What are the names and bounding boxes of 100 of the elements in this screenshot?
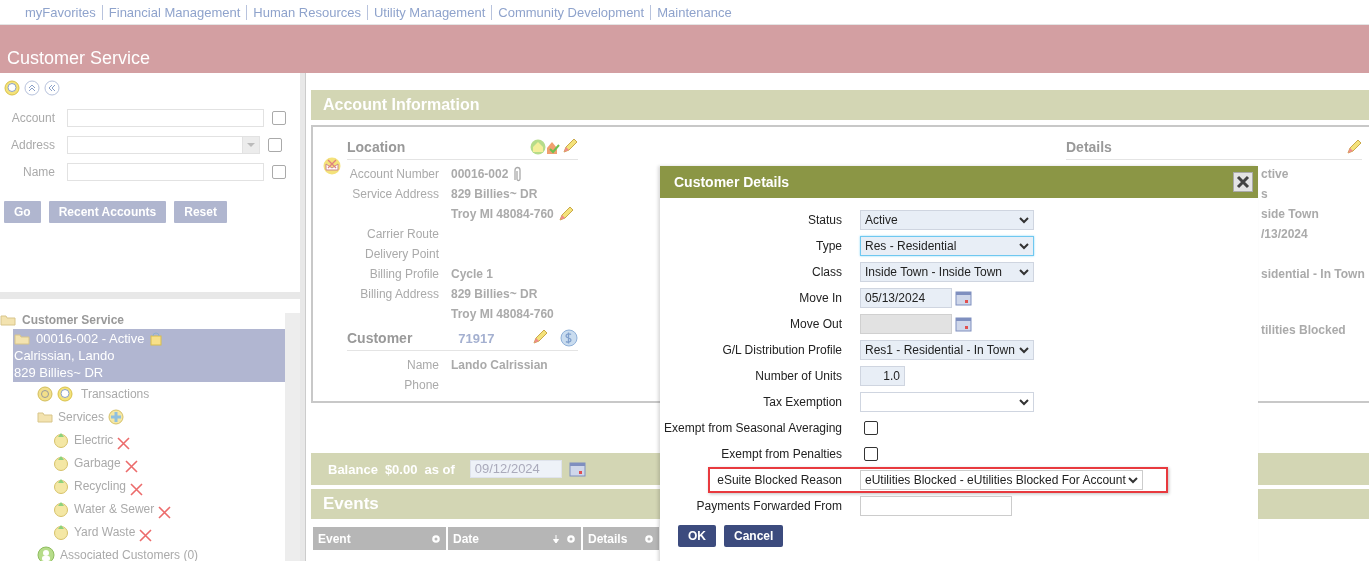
field-label: Status [806, 213, 843, 227]
date-field[interactable]: 09/12/2024 [469, 460, 562, 478]
search-button[interactable]: Reset [174, 201, 227, 223]
folder-icon [0, 314, 16, 326]
search-button[interactable]: Recent Accounts [48, 201, 167, 223]
pencil-icon[interactable] [557, 206, 574, 222]
column-header[interactable]: Date [448, 527, 581, 550]
field-label: Class [811, 265, 843, 279]
input-field[interactable]: 1.0 [860, 366, 905, 386]
field-label: G/L Distribution Profile [721, 343, 843, 357]
nav-link[interactable]: Human Resources [246, 4, 367, 20]
tree-item[interactable]: Recycling [74, 478, 127, 493]
paperclip-icon[interactable] [512, 166, 523, 182]
input-field[interactable] [860, 496, 1012, 516]
tree-item[interactable]: Associated Customers (0) [60, 547, 199, 561]
checkbox[interactable] [272, 164, 286, 179]
pencil-icon[interactable] [562, 138, 578, 154]
dropdown[interactable]: eUtilities Blocked - eUtilities Blocked For Account [860, 470, 1143, 490]
envelope-icon[interactable] [323, 157, 341, 175]
gear-icon[interactable] [644, 533, 654, 544]
search-field[interactable] [67, 108, 264, 127]
dropdown[interactable]: Res - Residential [860, 236, 1034, 256]
column-header[interactable]: Event [313, 527, 446, 550]
field-label: Phone [403, 377, 440, 394]
field-value: Cycle 1 [451, 266, 494, 283]
section-header: Account Information [311, 90, 1369, 120]
column-header[interactable]: Details [583, 527, 659, 550]
calendar-icon[interactable] [955, 316, 972, 332]
refresh-dollar-icon[interactable] [560, 329, 578, 347]
dropdown[interactable]: Res1 - Residential - In Town [860, 340, 1034, 360]
coin-icon [37, 385, 53, 402]
customer-number-link[interactable]: 71917 [458, 330, 495, 346]
nav-link[interactable]: myFavorites [19, 4, 102, 20]
field-value: sidential - In Town [1261, 266, 1365, 283]
field-value: tilities Blocked [1261, 322, 1346, 339]
tree-item[interactable]: Water & Sewer [74, 501, 155, 516]
field-value: Lando Calrissian [451, 357, 548, 374]
date-field[interactable]: 05/13/2024 [860, 288, 952, 308]
pencil-icon[interactable] [1346, 139, 1362, 155]
calendar-icon[interactable] [955, 290, 972, 306]
dialog-title: Customer Details [674, 174, 790, 190]
tree-item[interactable]: Yard Waste [74, 524, 136, 539]
field-label: Exempt from Penalties [720, 447, 843, 461]
dropdown[interactable]: Active [860, 210, 1034, 230]
nav-link[interactable]: Financial Management [101, 4, 247, 20]
field-label: Account Number [348, 166, 440, 183]
tree-item[interactable]: Transactions [81, 386, 150, 401]
dialog-button[interactable]: OK [678, 525, 716, 547]
field-value: 00016-002 [451, 166, 509, 183]
pencil-icon[interactable] [532, 329, 548, 345]
chevron-down-icon [1128, 476, 1138, 484]
address-combo-box[interactable] [67, 135, 260, 154]
search-icon[interactable] [57, 385, 73, 402]
section-title: Location [347, 139, 406, 155]
field-label: Account [10, 110, 56, 125]
dropdown[interactable] [860, 392, 1034, 412]
gear-icon[interactable] [566, 533, 576, 544]
field-value: /13/2024 [1261, 226, 1308, 243]
checkbox[interactable] [272, 110, 286, 125]
chevron-down-icon [1019, 398, 1029, 406]
dropdown[interactable]: Inside Town - Inside Town [860, 262, 1034, 282]
field-value: ctive [1261, 166, 1289, 183]
nav-link[interactable]: Maintenance [650, 4, 738, 20]
field-value: 829 Billies~ DR [451, 286, 538, 303]
checkbox[interactable] [268, 137, 282, 152]
as-of-label: as of [424, 461, 455, 477]
field-label: Payments Forwarded From [695, 499, 843, 513]
tree-item[interactable]: Services [58, 409, 104, 424]
collapse-left-icon[interactable] [44, 80, 60, 96]
gear-icon[interactable] [431, 533, 441, 544]
field-label: Carrier Route [365, 226, 440, 243]
scrollbar[interactable] [285, 313, 300, 561]
checkbox[interactable] [864, 421, 878, 435]
dialog-button[interactable]: Cancel [724, 525, 784, 547]
search-button[interactable]: Go [4, 201, 41, 223]
houses-icon[interactable] [530, 138, 562, 156]
tree-item[interactable]: Garbage [74, 455, 121, 470]
field-label: Service Address [351, 186, 440, 203]
checkbox[interactable] [864, 447, 878, 461]
field-value: s [1261, 186, 1268, 203]
account-tree-node[interactable]: 00016-002 - Active Calrissian, Lando 829 Billies~ DR [13, 329, 285, 382]
search-icon[interactable] [4, 80, 20, 96]
nav-link[interactable]: Community Development [491, 4, 651, 20]
calendar-icon[interactable] [568, 461, 586, 477]
close-icon[interactable] [1233, 172, 1253, 192]
plus-icon[interactable] [108, 408, 124, 425]
chevron-down-icon [1019, 346, 1029, 354]
folder-icon [14, 332, 30, 345]
sort-arrow-icon[interactable] [552, 533, 560, 544]
search-field[interactable] [67, 162, 264, 181]
tree-root[interactable]: Customer Service [22, 313, 125, 327]
field-label: Name [22, 164, 56, 179]
chevron-down-icon [1019, 242, 1029, 250]
nav-link[interactable]: Utility Management [367, 4, 492, 20]
chevron-down-icon [1019, 216, 1029, 224]
section-title: Details [1066, 139, 1112, 155]
field-label: Delivery Point [363, 246, 440, 263]
collapse-up-icon[interactable] [24, 80, 40, 96]
tree-item[interactable]: Electric [74, 432, 114, 447]
field-label: Name [406, 357, 440, 374]
